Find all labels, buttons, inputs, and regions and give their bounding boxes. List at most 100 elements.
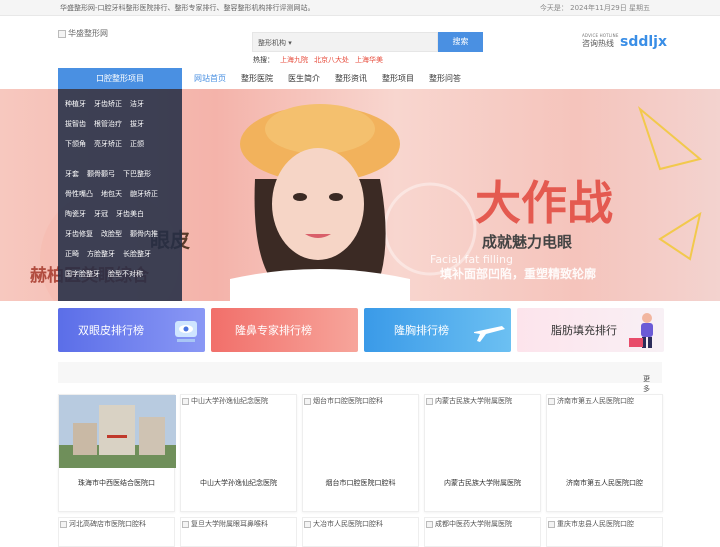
dropdown-item[interactable]: 颧骨颧弓 xyxy=(87,169,115,179)
hot-search: 热搜： 上海九院 北京八大处 上海华美 xyxy=(253,55,383,65)
dropdown-item[interactable]: 牙齿修复 xyxy=(65,229,93,239)
broken-image-icon xyxy=(58,29,66,38)
nav-projects[interactable]: 整形项目 xyxy=(382,68,414,89)
category-menu-button[interactable]: 口腔整形项目 xyxy=(58,68,182,89)
dropdown-item[interactable]: 骨性嘴凸 xyxy=(65,189,93,199)
hospital-alt-text: 成都中医药大学附属医院 xyxy=(435,520,512,528)
date-text: 今天是： 2024年11月29日 星期五 xyxy=(539,4,650,12)
search-category-select[interactable]: 整形机构 ▾ xyxy=(252,32,297,52)
dropdown-item[interactable]: 颧骨内推 xyxy=(130,229,158,239)
nav-qa[interactable]: 整形问答 xyxy=(429,68,461,89)
dropdown-item[interactable]: 根管治疗 xyxy=(94,119,122,129)
hospital-card[interactable]: 成都中医药大学附属医院 xyxy=(424,517,541,547)
dropdown-row: 牙套 颧骨颧弓 下巴整形 xyxy=(65,169,151,179)
hospital-alt-text: 济南市第五人民医院口腔 xyxy=(557,397,634,405)
broken-image-icon xyxy=(182,397,189,405)
hospital-name: 中山大学孙逸仙纪念医院 xyxy=(200,479,277,487)
hospital-image-alt: 复旦大学附属眼耳鼻喉科 xyxy=(182,519,268,529)
card-label: 隆胸排行榜 xyxy=(394,324,449,337)
hospital-alt-text: 复旦大学附属眼耳鼻喉科 xyxy=(191,520,268,528)
search-bar: 整形机构 ▾ 搜索 xyxy=(252,32,483,52)
dropdown-row: 下颌角 亮牙矫正 正颌 xyxy=(65,139,144,149)
hospital-image-alt: 河北高碑店市医院口腔科 xyxy=(60,519,146,529)
dropdown-item[interactable]: 牙齿美白 xyxy=(116,209,144,219)
hospital-alt-text: 重庆市忠县人民医院口腔 xyxy=(557,520,634,528)
hospital-image-alt: 内蒙古民族大学附属医院 xyxy=(426,396,512,406)
hot-search-link[interactable]: 北京八大处 xyxy=(314,56,349,64)
search-input[interactable] xyxy=(297,32,438,52)
hospital-image-alt: 济南市第五人民医院口腔 xyxy=(548,396,634,406)
broken-image-icon xyxy=(548,397,555,405)
airplane-icon xyxy=(474,326,505,342)
dropdown-row: 陶瓷牙 牙冠 牙齿美白 xyxy=(65,209,144,219)
hospital-image-alt: 大冶市人民医院口腔科 xyxy=(304,519,383,529)
hot-search-link[interactable]: 上海华美 xyxy=(355,56,383,64)
nav-news[interactable]: 整形资讯 xyxy=(335,68,367,89)
dropdown-row: 国字脸整牙 脸型不对称 xyxy=(65,269,143,279)
hospital-image-alt: 烟台市口腔医院口腔科 xyxy=(304,396,383,406)
dropdown-item[interactable]: 下颌角 xyxy=(65,139,86,149)
dropdown-item[interactable]: 陶瓷牙 xyxy=(65,209,86,219)
banner-en-text: Facial fat filling xyxy=(430,253,513,266)
carousel-dot[interactable] xyxy=(346,288,351,290)
broken-image-icon xyxy=(426,520,433,528)
dropdown-item[interactable]: 长脸整牙 xyxy=(123,249,151,259)
dropdown-item[interactable]: 种植牙 xyxy=(65,99,86,109)
hospital-card[interactable]: 珠海市中西医结合医院口 xyxy=(58,394,176,512)
hot-search-label: 热搜： xyxy=(253,56,274,64)
dropdown-item[interactable]: 正颌 xyxy=(130,139,144,149)
hospital-photo xyxy=(59,395,176,468)
hospital-card[interactable]: 烟台市口腔医院口腔科 烟台市口腔医院口腔科 xyxy=(302,394,419,512)
hospital-alt-text: 内蒙古民族大学附属医院 xyxy=(435,397,512,405)
card-fat-filling[interactable]: 脂肪填充排行 xyxy=(517,308,664,352)
eye-icon xyxy=(175,321,197,342)
site-tagline: 华盛整形网-口腔牙科整形医院排行、整形专家排行、整容整形机构排行评测网站。 xyxy=(60,4,315,12)
dropdown-item[interactable]: 地包天 xyxy=(101,189,122,199)
dropdown-item[interactable]: 改脸型 xyxy=(101,229,122,239)
dropdown-item[interactable]: 亮牙矫正 xyxy=(94,139,122,149)
nav-doctors[interactable]: 医生简介 xyxy=(288,68,320,89)
dropdown-item[interactable]: 国字脸整牙 xyxy=(65,269,100,279)
dropdown-item[interactable]: 牙冠 xyxy=(94,209,108,219)
dropdown-item[interactable]: 方脸整牙 xyxy=(87,249,115,259)
broken-image-icon xyxy=(60,520,67,528)
nav-hospitals[interactable]: 整形医院 xyxy=(241,68,273,89)
site-logo[interactable]: 华盛整形网 xyxy=(58,28,108,39)
hospital-card[interactable]: 中山大学孙逸仙纪念医院 中山大学孙逸仙纪念医院 xyxy=(180,394,297,512)
chevron-right-icon: › xyxy=(647,374,650,382)
ranking-cards: 双眼皮排行榜 隆鼻专家排行榜 隆胸排行榜 脂肪填充排行 xyxy=(58,308,664,352)
card-breast[interactable]: 隆胸排行榜 xyxy=(364,308,511,352)
hospital-image-alt: 重庆市忠县人民医院口腔 xyxy=(548,519,634,529)
hospital-card[interactable]: 内蒙古民族大学附属医院 内蒙古民族大学附属医院 xyxy=(424,394,541,512)
card-rhinoplasty[interactable]: 隆鼻专家排行榜 xyxy=(211,308,358,352)
broken-image-icon xyxy=(304,520,311,528)
broken-image-icon xyxy=(548,520,555,528)
search-button[interactable]: 搜索 xyxy=(438,32,483,52)
dropdown-item[interactable]: 牙套 xyxy=(65,169,79,179)
hospital-image-alt: 成都中医药大学附属医院 xyxy=(426,519,512,529)
hospital-card[interactable]: 大冶市人民医院口腔科 xyxy=(302,517,419,547)
dropdown-item[interactable]: 拔智齿 xyxy=(65,119,86,129)
carousel-dot[interactable] xyxy=(356,288,361,290)
dropdown-item[interactable]: 龅牙矫正 xyxy=(130,189,158,199)
dropdown-item[interactable]: 正畸 xyxy=(65,249,79,259)
dropdown-item[interactable]: 洁牙 xyxy=(130,99,144,109)
hotline-number: sddljx xyxy=(620,34,668,50)
hospital-name: 珠海市中西医结合医院口 xyxy=(78,479,155,487)
hospital-card[interactable]: 河北高碑店市医院口腔科 xyxy=(58,517,175,547)
card-label: 双眼皮排行榜 xyxy=(78,324,144,337)
hospital-card[interactable]: 济南市第五人民医院口腔 济南市第五人民医院口腔 xyxy=(546,394,663,512)
logo-alt-text: 华盛整形网 xyxy=(68,29,108,38)
dropdown-item[interactable]: 牙齿矫正 xyxy=(94,99,122,109)
more-institutions-bar: 更多机构 › xyxy=(58,362,662,413)
hot-search-link[interactable]: 上海九院 xyxy=(280,56,308,64)
dropdown-item[interactable]: 脸型不对称 xyxy=(108,269,143,279)
dropdown-row: 拔智齿 根管治疗 拔牙 xyxy=(65,119,144,129)
nav-home[interactable]: 网站首页 xyxy=(194,68,226,89)
hospital-card[interactable]: 复旦大学附属眼耳鼻喉科 xyxy=(180,517,297,547)
hospital-card[interactable]: 重庆市忠县人民医院口腔 xyxy=(546,517,663,547)
card-double-eyelid[interactable]: 双眼皮排行榜 xyxy=(58,308,205,352)
dropdown-item[interactable]: 拔牙 xyxy=(130,119,144,129)
dropdown-row: 牙齿修复 改脸型 颧骨内推 xyxy=(65,229,158,239)
dropdown-item[interactable]: 下巴整形 xyxy=(123,169,151,179)
